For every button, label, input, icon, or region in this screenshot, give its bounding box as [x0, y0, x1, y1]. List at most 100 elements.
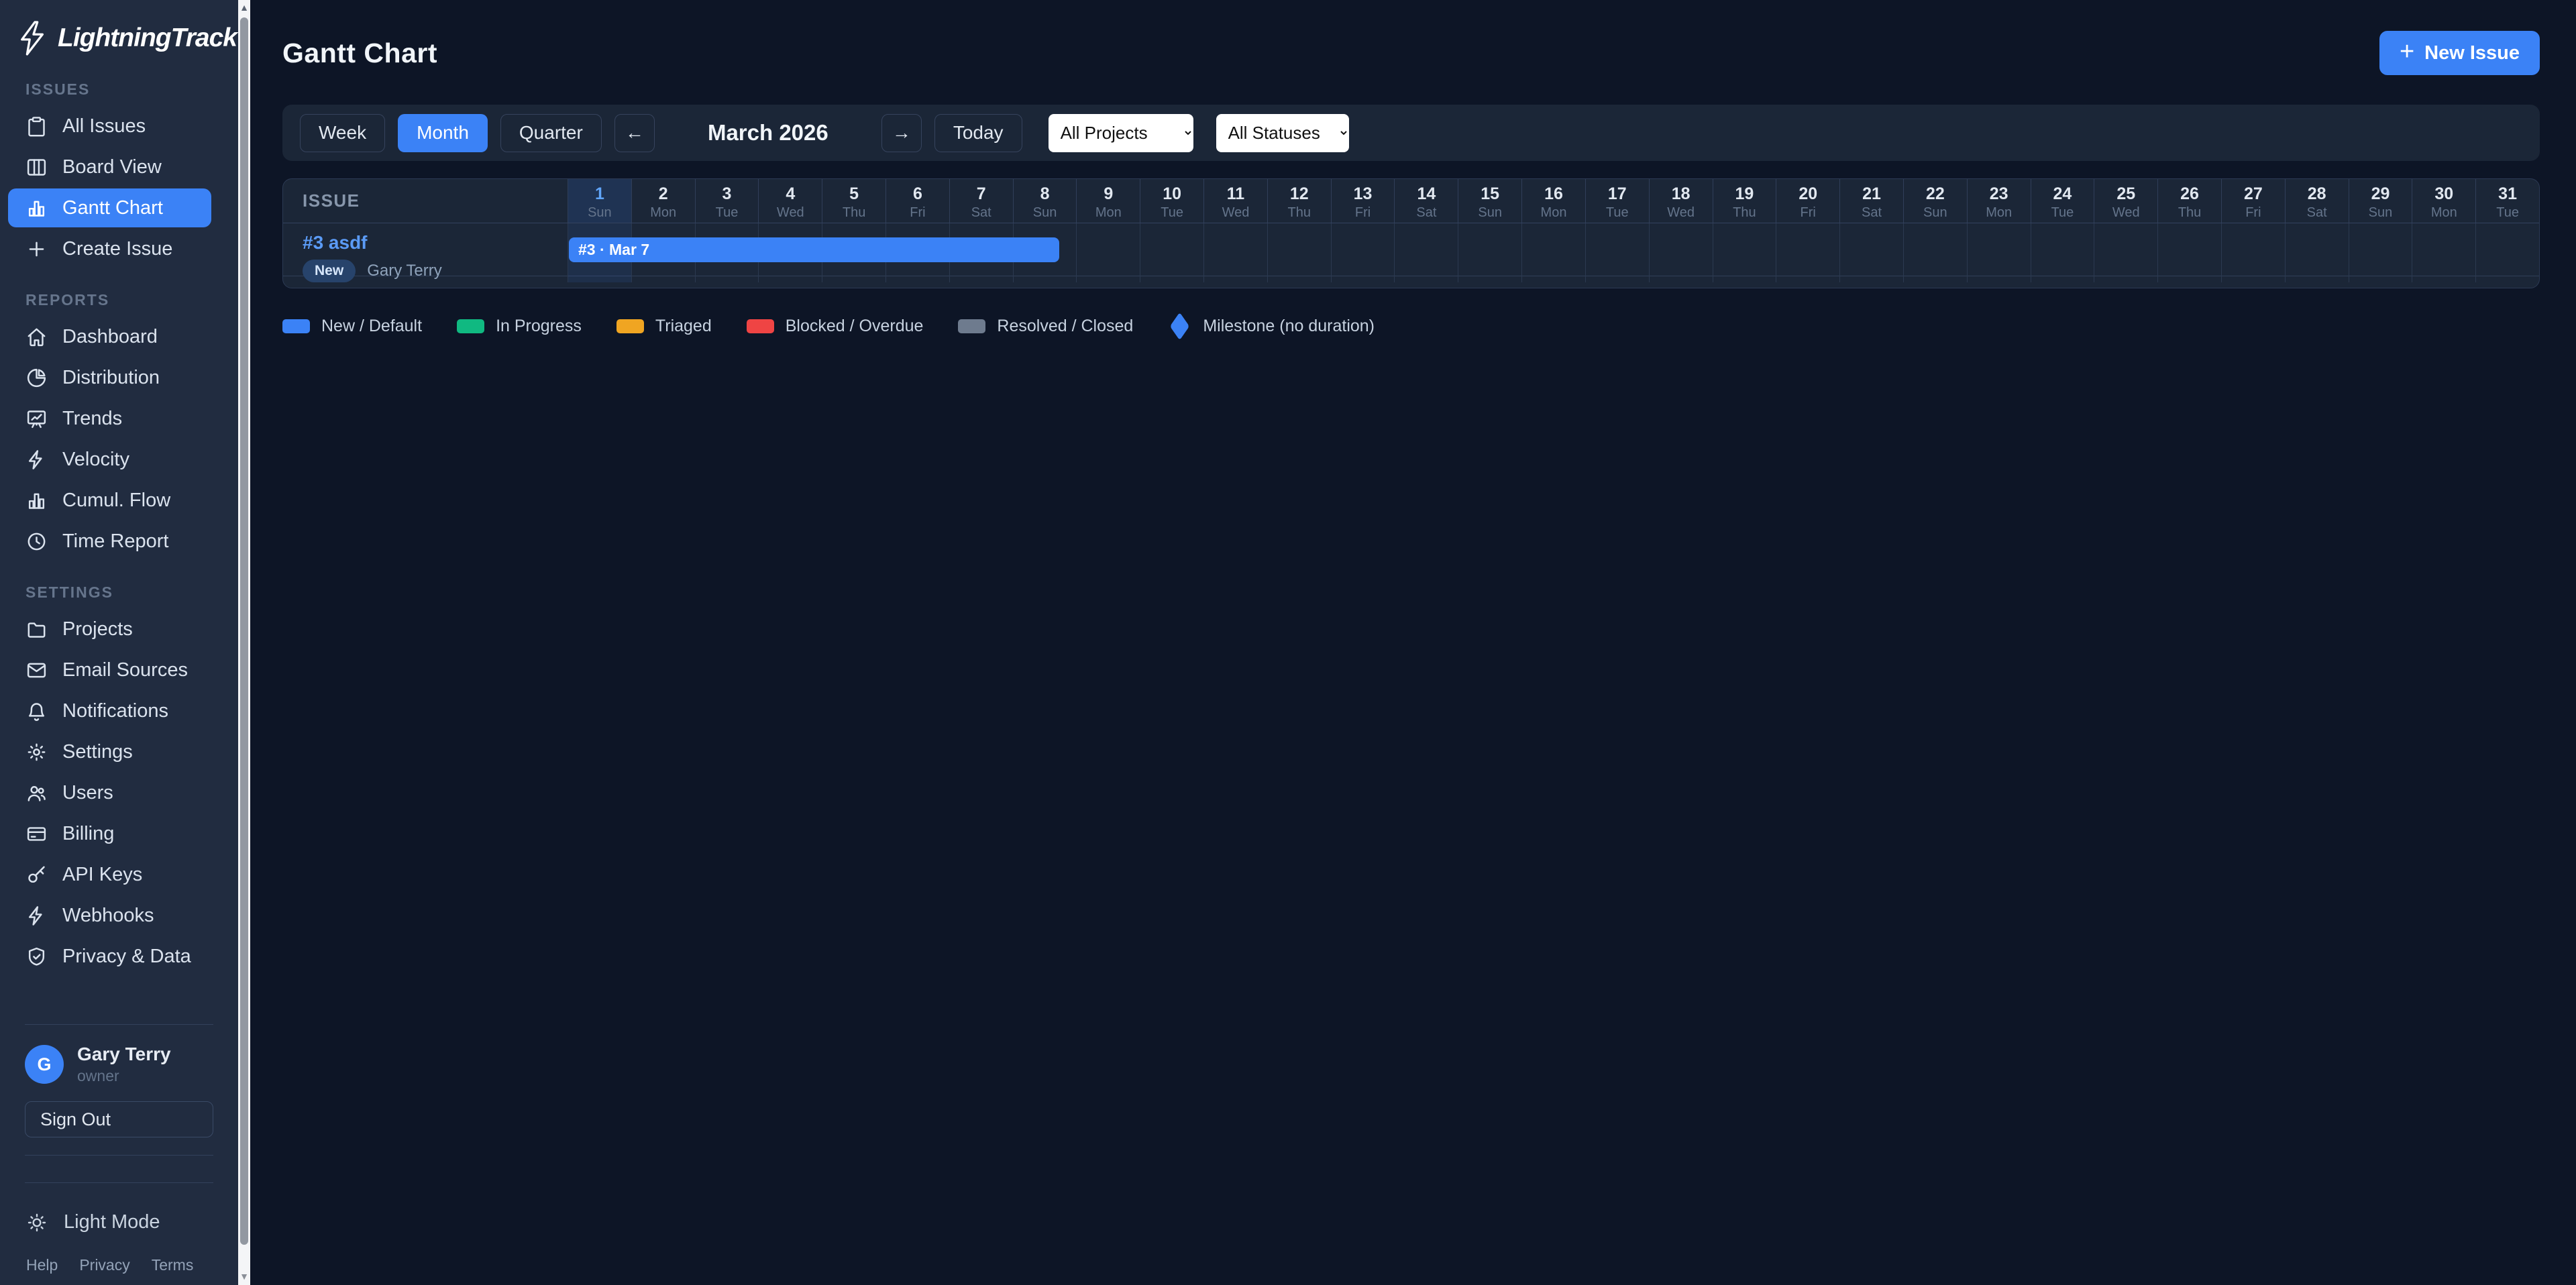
legend-swatch: [958, 319, 985, 333]
day-cell-25: [2094, 223, 2157, 282]
view-week-button[interactable]: Week: [300, 114, 385, 152]
day-cell-13: [1331, 223, 1395, 282]
project-filter-select[interactable]: All Projects: [1049, 114, 1193, 152]
legend-item-new-default: New / Default: [282, 317, 422, 336]
help-link[interactable]: Help: [26, 1256, 58, 1274]
today-button[interactable]: Today: [934, 114, 1022, 152]
sidebar-item-notifications[interactable]: Notifications: [8, 691, 211, 730]
day-cell-22: [1903, 223, 1967, 282]
plus-icon: +: [2400, 39, 2414, 64]
sidebar-item-settings[interactable]: Settings: [8, 732, 211, 771]
sidebar-scrollbar[interactable]: ▲ ▼: [238, 0, 250, 1285]
day-column-header-9: 9Mon: [1076, 179, 1140, 223]
page-header: Gantt Chart + New Issue: [282, 25, 2540, 80]
divider: [25, 1024, 213, 1025]
sidebar-item-billing[interactable]: Billing: [8, 814, 211, 853]
next-month-button[interactable]: →: [881, 114, 922, 152]
day-column-header-28: 28Sat: [2285, 179, 2349, 223]
day-column-header-25: 25Wed: [2094, 179, 2157, 223]
day-column-header-10: 10Tue: [1140, 179, 1203, 223]
legend-label: Milestone (no duration): [1203, 317, 1375, 336]
sidebar-item-gantt-chart[interactable]: Gantt Chart: [8, 188, 211, 227]
sidebar-item-time-report[interactable]: Time Report: [8, 522, 211, 561]
legend-swatch: [616, 319, 644, 333]
sidebar-item-trends[interactable]: Trends: [8, 399, 211, 438]
mail-icon: [25, 659, 48, 681]
sidebar-item-privacy-data[interactable]: Privacy & Data: [8, 937, 211, 976]
day-column-header-16: 16Mon: [1521, 179, 1585, 223]
scrollbar-thumb[interactable]: [240, 17, 248, 1245]
sidebar-nav: ISSUESAll IssuesBoard ViewGantt ChartCre…: [0, 58, 238, 978]
issue-column-header: ISSUE: [283, 179, 568, 223]
prev-month-button[interactable]: ←: [614, 114, 655, 152]
brand-name: LightningTrack: [58, 23, 237, 53]
sidebar-item-users[interactable]: Users: [8, 773, 211, 812]
gantt-header-row: ISSUE 1Sun2Mon3Tue4Wed5Thu6Fri7Sat8Sun9M…: [283, 179, 2539, 223]
sidebar-item-dashboard[interactable]: Dashboard: [8, 317, 211, 356]
day-column-header-15: 15Sun: [1458, 179, 1521, 223]
sidebar-item-label: Projects: [62, 618, 133, 640]
scrollbar-up-arrow[interactable]: ▲: [238, 3, 250, 12]
sidebar-item-label: Privacy & Data: [62, 946, 191, 968]
avatar: G: [25, 1045, 64, 1084]
board-icon: [25, 156, 48, 178]
view-quarter-button[interactable]: Quarter: [500, 114, 602, 152]
shield-icon: [25, 946, 48, 968]
scrollbar-down-arrow[interactable]: ▼: [238, 1272, 250, 1281]
day-column-header-6: 6Fri: [885, 179, 949, 223]
legend-swatch: [747, 319, 774, 333]
sidebar-item-cumul-flow[interactable]: Cumul. Flow: [8, 481, 211, 520]
sidebar-bottom: G Gary Terry owner Sign Out Light Mode H…: [0, 1024, 238, 1285]
day-cell-18: [1649, 223, 1713, 282]
sidebar-item-velocity[interactable]: Velocity: [8, 440, 211, 479]
terms-link[interactable]: Terms: [152, 1256, 194, 1274]
sidebar-item-label: Settings: [62, 741, 133, 763]
view-month-button[interactable]: Month: [398, 114, 488, 152]
sidebar-item-label: Cumul. Flow: [62, 490, 170, 512]
day-column-header-14: 14Sat: [1394, 179, 1458, 223]
day-column-header-19: 19Thu: [1713, 179, 1776, 223]
day-column-header-5: 5Thu: [822, 179, 885, 223]
sidebar-item-all-issues[interactable]: All Issues: [8, 107, 211, 146]
day-cell-26: [2157, 223, 2221, 282]
day-column-header-22: 22Sun: [1903, 179, 1967, 223]
view-switcher: Week Month Quarter: [300, 114, 602, 152]
sidebar-item-label: Velocity: [62, 449, 129, 471]
sidebar-item-create-issue[interactable]: Create Issue: [8, 229, 211, 268]
gantt-bar[interactable]: #3 · Mar 7: [569, 237, 1059, 262]
day-cell-28: [2285, 223, 2349, 282]
footer-links: Help Privacy Terms: [26, 1256, 223, 1274]
app-logo: LightningTrack: [0, 0, 238, 58]
day-cell-11: [1203, 223, 1267, 282]
day-cell-21: [1839, 223, 1903, 282]
milestone-diamond-icon: [1170, 313, 1189, 341]
legend-item-blocked-overdue: Blocked / Overdue: [747, 317, 924, 336]
day-column-header-27: 27Fri: [2221, 179, 2285, 223]
day-cell-10: [1140, 223, 1203, 282]
day-column-header-3: 3Tue: [695, 179, 759, 223]
day-column-header-30: 30Mon: [2412, 179, 2475, 223]
day-column-header-7: 7Sat: [949, 179, 1013, 223]
folder-icon: [25, 618, 48, 640]
theme-toggle[interactable]: Light Mode: [26, 1211, 223, 1233]
sidebar-item-board-view[interactable]: Board View: [8, 148, 211, 186]
bars-icon: [25, 197, 48, 219]
sidebar-item-email-sources[interactable]: Email Sources: [8, 651, 211, 689]
user-role: owner: [77, 1067, 171, 1085]
sidebar-item-api-keys[interactable]: API Keys: [8, 855, 211, 894]
status-filter-select[interactable]: All Statuses: [1216, 114, 1349, 152]
sidebar-item-label: Create Issue: [62, 238, 172, 260]
day-column-header-4: 4Wed: [758, 179, 822, 223]
issue-link[interactable]: #3 asdf: [303, 232, 368, 253]
new-issue-button[interactable]: + New Issue: [2379, 31, 2540, 75]
privacy-link[interactable]: Privacy: [79, 1256, 129, 1274]
gantt-issue-row: #3 asdf New Gary Terry #3 · Mar 7: [283, 223, 2539, 276]
day-column-header-1: 1Sun: [568, 179, 631, 223]
day-column-header-17: 17Tue: [1585, 179, 1649, 223]
day-column-header-29: 29Sun: [2349, 179, 2412, 223]
legend-label: New / Default: [321, 317, 422, 336]
sign-out-button[interactable]: Sign Out: [25, 1101, 213, 1137]
sidebar-item-projects[interactable]: Projects: [8, 610, 211, 649]
sidebar-item-distribution[interactable]: Distribution: [8, 358, 211, 397]
sidebar-item-webhooks[interactable]: Webhooks: [8, 896, 211, 935]
